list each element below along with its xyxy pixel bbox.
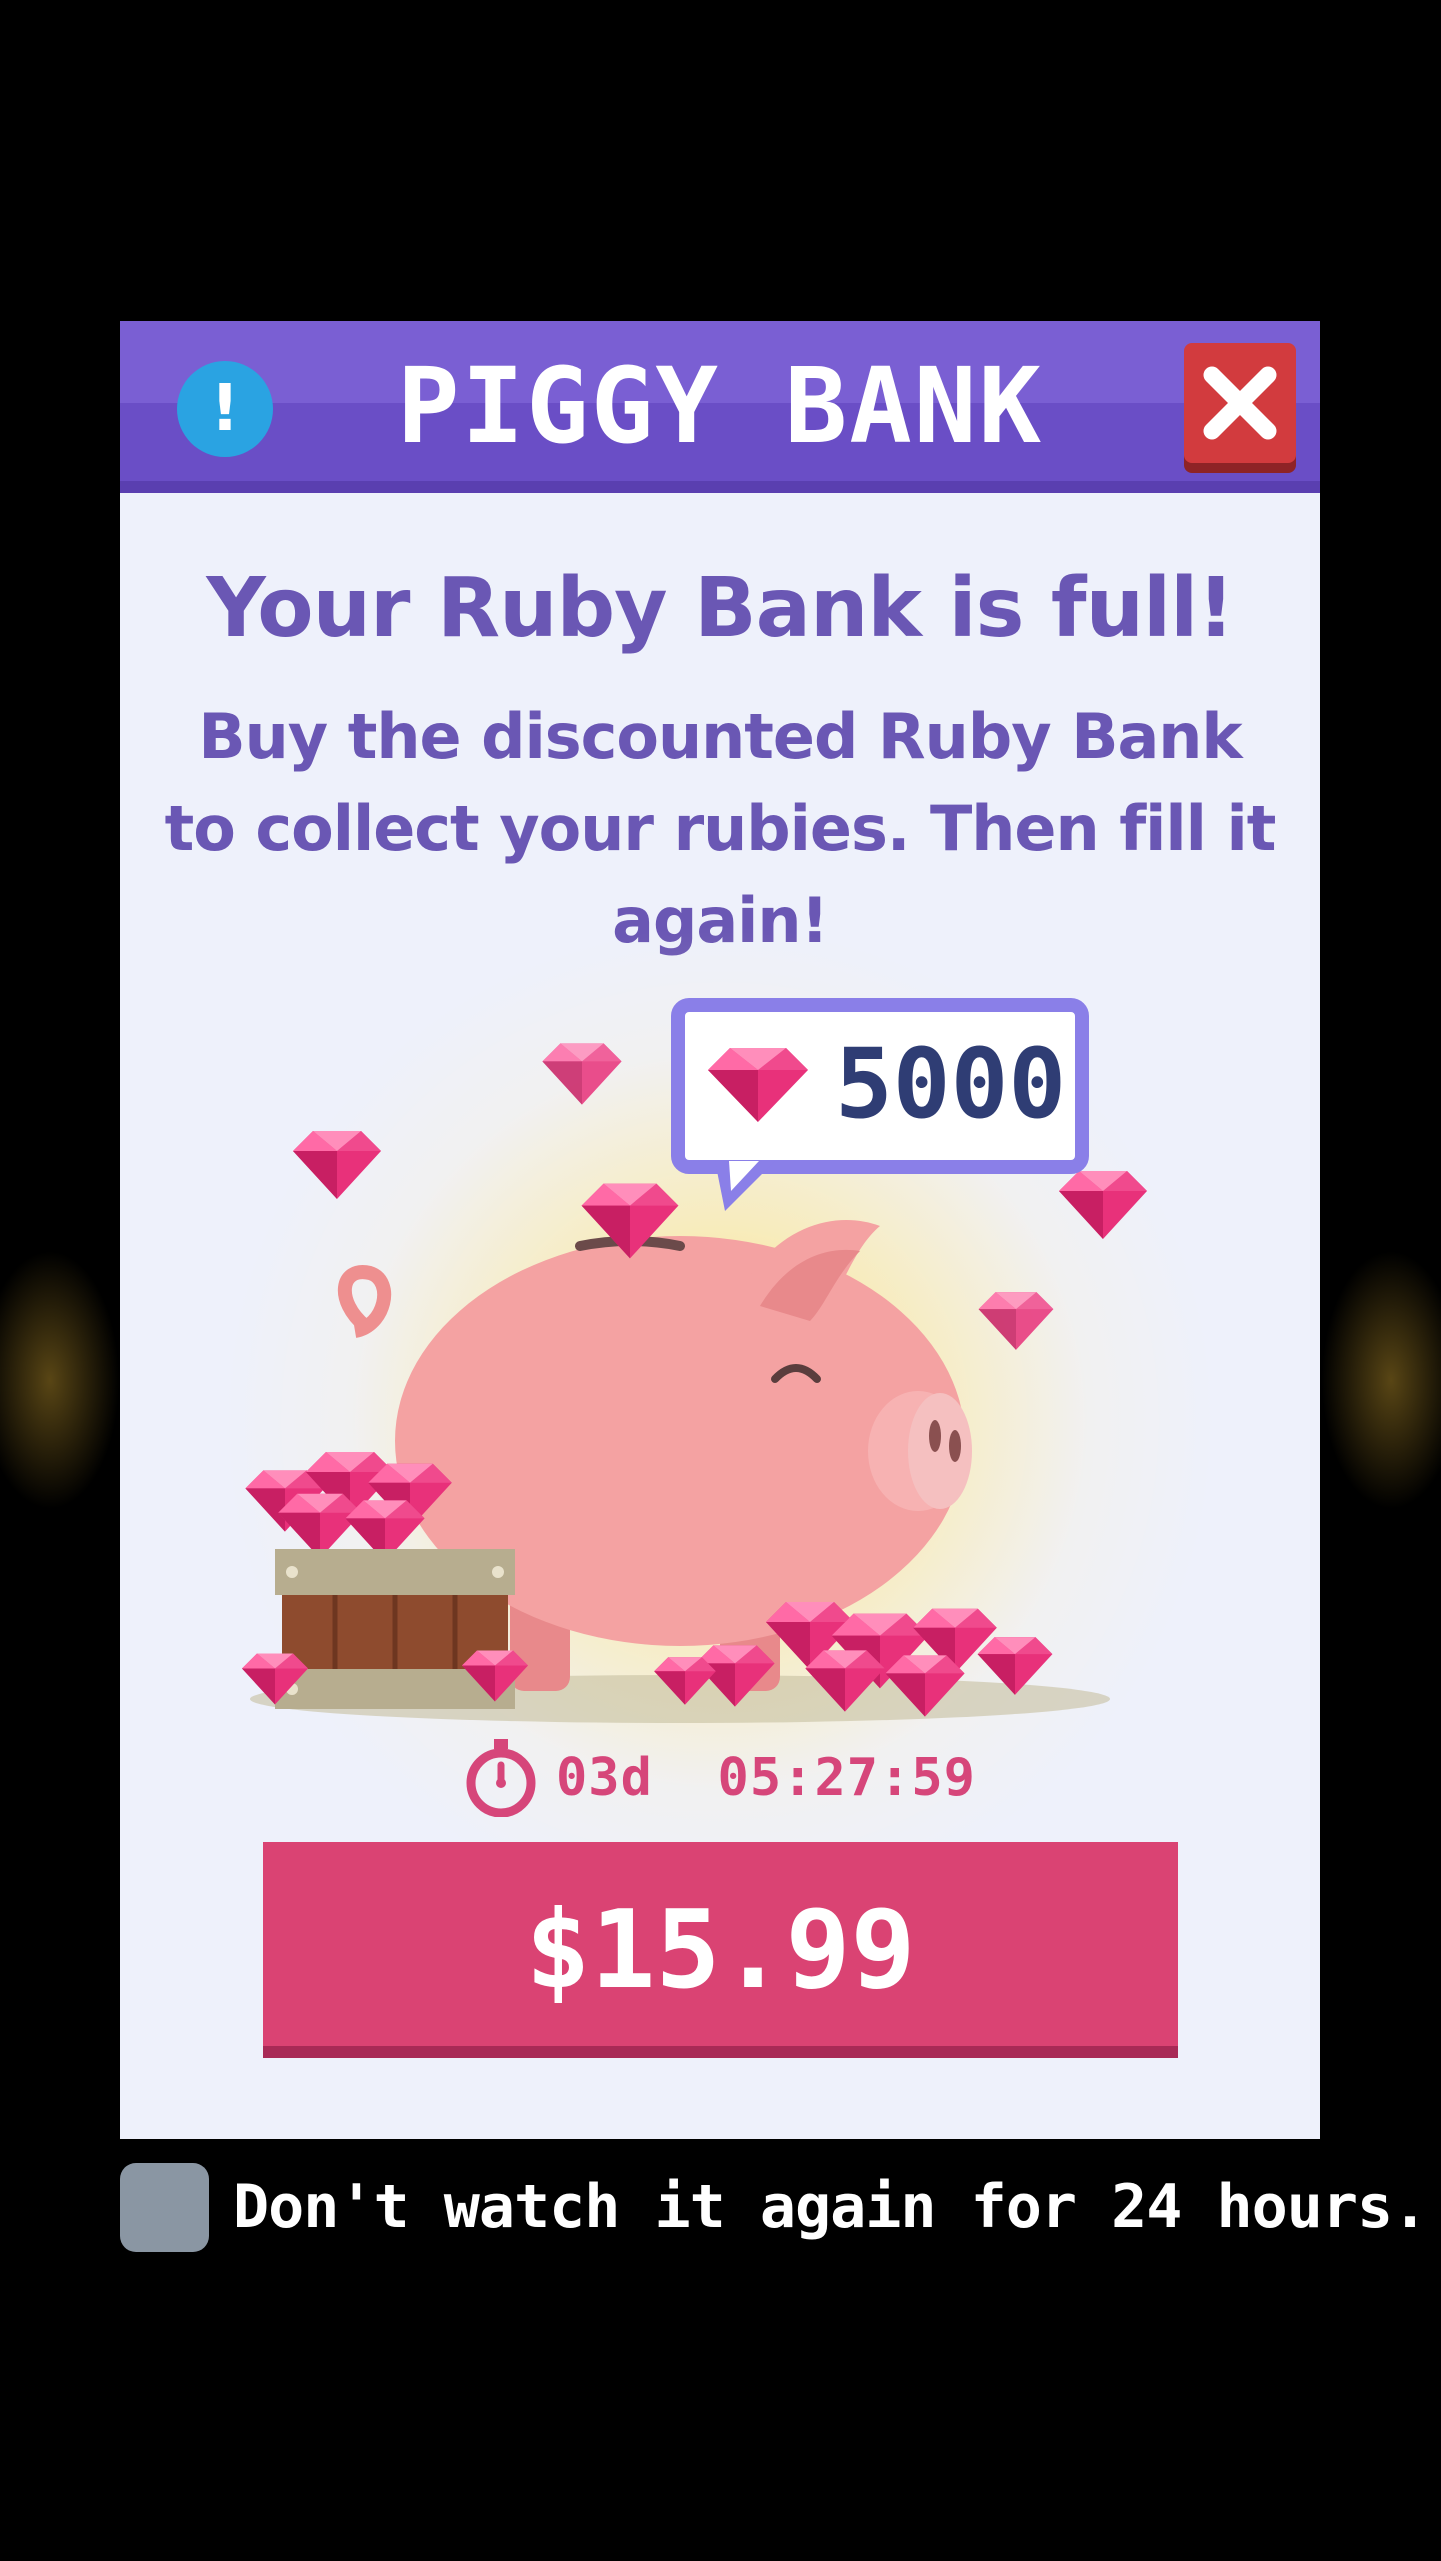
bubble-tail (715, 1161, 775, 1211)
background-glow-left (0, 1250, 120, 1510)
dont-show-checkbox[interactable] (120, 2162, 209, 2252)
piggy-bank-dialog: ! PIGGY BANK Your Ruby Bank is full! Buy… (120, 321, 1320, 2139)
background-glow-right (1321, 1250, 1441, 1510)
price-label: $15.99 (525, 1887, 916, 2013)
stopwatch-icon (466, 1739, 536, 1817)
timer-text: 03d 05:27:59 (556, 1748, 976, 1808)
floating-gem (1059, 1171, 1147, 1239)
floating-gem (542, 1043, 622, 1105)
floating-gem (978, 1292, 1054, 1350)
dont-show-row: Don't watch it again for 24 hours. (120, 2162, 1428, 2252)
ruby-count-bubble: 5000 (671, 998, 1089, 1174)
dont-show-label: Don't watch it again for 24 hours. (233, 2172, 1428, 2242)
offer-timer: 03d 05:27:59 (120, 1739, 1320, 1817)
ruby-count: 5000 (835, 1028, 1067, 1140)
buy-button[interactable]: $15.99 (263, 1842, 1178, 2058)
ruby-icon (708, 1048, 808, 1122)
floating-gem (293, 1131, 381, 1199)
